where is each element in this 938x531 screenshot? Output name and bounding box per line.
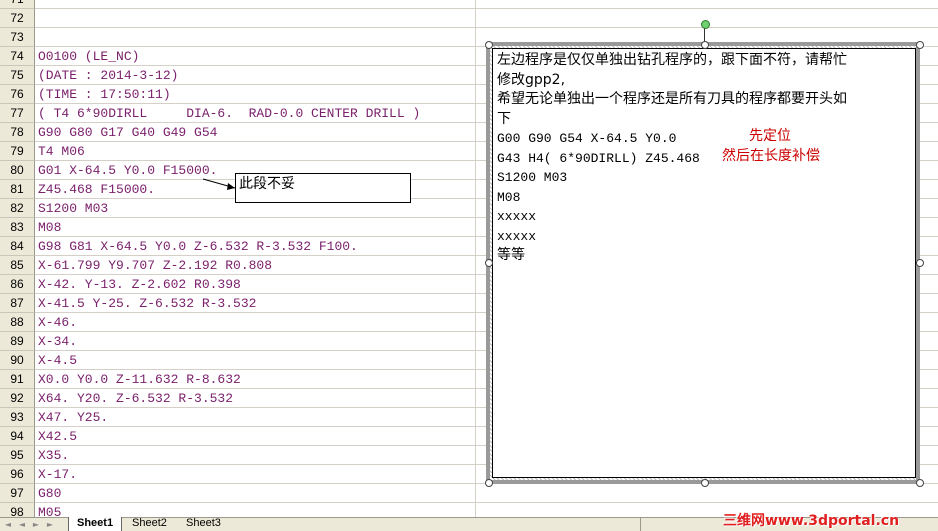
cell-a[interactable]: S1200 M03 bbox=[38, 199, 108, 218]
textbox-line: xxxxx bbox=[497, 228, 537, 244]
row-header[interactable]: 77 bbox=[0, 104, 35, 123]
row-header[interactable]: 84 bbox=[0, 237, 35, 256]
row-header[interactable]: 94 bbox=[0, 427, 35, 446]
row-header[interactable]: 87 bbox=[0, 294, 35, 313]
rotation-stem bbox=[704, 27, 705, 42]
callout-box[interactable]: 此段不妥 bbox=[235, 173, 411, 203]
textbox-line: 左边程序是仅仅单独出钻孔程序的，跟下面不符，请帮忙 bbox=[497, 52, 847, 68]
cell-a[interactable]: X-34. bbox=[38, 332, 77, 351]
row-header[interactable]: 89 bbox=[0, 332, 35, 351]
textbox-line: G43 H4( 6*90DIRLL) Z45.468 bbox=[497, 150, 700, 166]
resize-handle-ml[interactable] bbox=[485, 259, 493, 267]
row-header[interactable]: 90 bbox=[0, 351, 35, 370]
row-header[interactable]: 91 bbox=[0, 370, 35, 389]
textbox-line: M08 bbox=[497, 189, 521, 205]
cell-a[interactable]: X-61.799 Y9.707 Z-2.192 R0.808 bbox=[38, 256, 272, 275]
tab-scroll-buttons[interactable]: ◄ ◄ ► ► bbox=[2, 519, 62, 530]
callout-text: 此段不妥 bbox=[239, 176, 295, 192]
row-header[interactable]: 79 bbox=[0, 142, 35, 161]
row-header[interactable]: 86 bbox=[0, 275, 35, 294]
row-header[interactable]: 78 bbox=[0, 123, 35, 142]
textbox-line: 等等 bbox=[497, 247, 525, 263]
row-header[interactable]: 93 bbox=[0, 408, 35, 427]
cell-a[interactable]: X64. Y20. Z-6.532 R-3.532 bbox=[38, 389, 233, 408]
first-tab-icon[interactable]: ◄ bbox=[2, 519, 14, 530]
row-header[interactable]: 85 bbox=[0, 256, 35, 275]
textbox-line: G00 G90 G54 X-64.5 Y0.0 bbox=[497, 131, 677, 146]
note-length-comp: 然后在长度补偿 bbox=[722, 148, 820, 164]
row-header[interactable]: 96 bbox=[0, 465, 35, 484]
textbox-line: 修改gpp2, bbox=[497, 71, 566, 88]
textbox-line: 下 bbox=[497, 110, 511, 127]
watermark: 三维网www.3dportal.cn bbox=[723, 513, 900, 529]
cell-a[interactable]: M08 bbox=[38, 218, 61, 237]
cell-a[interactable]: X-46. bbox=[38, 313, 77, 332]
cell-a[interactable]: (DATE : 2014-3-12) bbox=[38, 66, 178, 85]
tab-sheet2[interactable]: Sheet2 bbox=[124, 517, 175, 531]
prev-tab-icon[interactable]: ◄ bbox=[16, 519, 28, 530]
textbox-line: 希望无论单独出一个程序还是所有刀具的程序都要开头如 bbox=[497, 91, 847, 107]
row-header[interactable]: 76 bbox=[0, 85, 35, 104]
row-header[interactable]: 81 bbox=[0, 180, 35, 199]
last-tab-icon[interactable]: ► bbox=[44, 519, 56, 530]
row-header[interactable]: 73 bbox=[0, 28, 35, 47]
row-header[interactable]: 71 bbox=[0, 0, 35, 9]
cell-a[interactable]: T4 M06 bbox=[38, 142, 85, 161]
textbox-line: S1200 M03 bbox=[497, 170, 568, 185]
row-header[interactable]: 88 bbox=[0, 313, 35, 332]
resize-handle-tl[interactable] bbox=[485, 41, 493, 49]
tab-sheet3[interactable]: Sheet3 bbox=[178, 517, 229, 531]
cell-a[interactable]: X-17. bbox=[38, 465, 77, 484]
row-header[interactable]: 82 bbox=[0, 199, 35, 218]
cell-a[interactable]: O0100 (LE_NC) bbox=[38, 47, 139, 66]
cell-a[interactable]: (TIME : 17:50:11) bbox=[38, 85, 171, 104]
cell-a[interactable]: G90 G80 G17 G40 G49 G54 bbox=[38, 123, 217, 142]
cell-a[interactable]: M05 bbox=[38, 503, 61, 517]
row-header[interactable]: 80 bbox=[0, 161, 35, 180]
cell-a[interactable]: X-4.5 bbox=[38, 351, 77, 370]
row-header[interactable]: 83 bbox=[0, 218, 35, 237]
callout-arrow bbox=[202, 178, 236, 190]
tab-sheet1[interactable]: Sheet1 bbox=[68, 517, 123, 531]
table-row bbox=[35, 0, 938, 9]
cell-a[interactable]: ( T4 6*90DIRLL DIA-6. RAD-0.0 CENTER DRI… bbox=[38, 104, 420, 123]
cell-a[interactable]: X35. bbox=[38, 446, 69, 465]
cell-a[interactable]: X-41.5 Y-25. Z-6.532 R-3.532 bbox=[38, 294, 256, 313]
row-header[interactable]: 97 bbox=[0, 484, 35, 503]
resize-handle-tm[interactable] bbox=[701, 41, 709, 49]
resize-handle-mr[interactable] bbox=[916, 259, 924, 267]
next-tab-icon[interactable]: ► bbox=[30, 519, 42, 530]
textbox[interactable]: 左边程序是仅仅单独出钻孔程序的，跟下面不符，请帮忙 修改gpp2, 希望无论单独出一… bbox=[492, 48, 916, 478]
cell-a[interactable]: Z45.468 F15000. bbox=[38, 180, 155, 199]
row-header[interactable]: 72 bbox=[0, 9, 35, 28]
resize-handle-bl[interactable] bbox=[485, 479, 493, 487]
cell-a[interactable]: X-42. Y-13. Z-2.602 R0.398 bbox=[38, 275, 241, 294]
table-row bbox=[35, 9, 938, 28]
cell-a[interactable]: X0.0 Y0.0 Z-11.632 R-8.632 bbox=[38, 370, 241, 389]
resize-handle-tr[interactable] bbox=[916, 41, 924, 49]
resize-handle-bm[interactable] bbox=[701, 479, 709, 487]
row-header[interactable]: 92 bbox=[0, 389, 35, 408]
row-header[interactable]: 74 bbox=[0, 47, 35, 66]
resize-handle-br[interactable] bbox=[916, 479, 924, 487]
rotation-handle[interactable] bbox=[701, 20, 710, 29]
row-header[interactable]: 98 bbox=[0, 503, 35, 517]
row-header[interactable]: 95 bbox=[0, 446, 35, 465]
cell-a[interactable]: G01 X-64.5 Y0.0 F15000. bbox=[38, 161, 217, 180]
cell-a[interactable]: X47. Y25. bbox=[38, 408, 108, 427]
cell-a[interactable]: X42.5 bbox=[38, 427, 77, 446]
cell-a[interactable]: G98 G81 X-64.5 Y0.0 Z-6.532 R-3.532 F100… bbox=[38, 237, 358, 256]
note-locate: 先定位 bbox=[749, 128, 791, 144]
textbox-line: xxxxx bbox=[497, 209, 537, 224]
table-row bbox=[35, 484, 938, 503]
cell-a[interactable]: G80 bbox=[38, 484, 61, 503]
row-header[interactable]: 75 bbox=[0, 66, 35, 85]
